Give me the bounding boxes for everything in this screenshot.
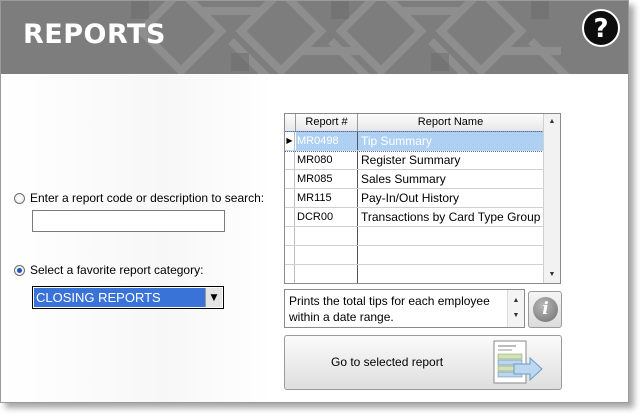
table-row[interactable]: MR085 Sales Summary [285,170,543,189]
report-document-arrow-icon [493,340,543,384]
empty-cell [296,227,358,245]
report-table[interactable]: Report # Report Name ▶ MR0498 Tip Summar… [284,113,561,284]
row-indicator-cell [285,208,295,226]
help-icon[interactable]: ? [582,9,620,47]
category-option[interactable]: Select a favorite report category: [14,263,203,277]
info-icon: i [533,297,558,322]
scroll-up-icon[interactable]: ▲ [544,114,560,130]
report-code: MR115 [296,189,358,207]
left-panel [1,75,273,402]
header-indicator-cell [285,114,296,131]
category-dropdown[interactable]: CLOSING REPORTS ▼ [32,286,224,309]
report-name: Pay-In/Out History [361,191,460,205]
report-code: MR0498 [296,132,358,150]
info-button[interactable]: i [528,291,562,328]
empty-row [285,246,543,265]
page-title: REPORTS [23,19,166,50]
table-header: Report # Report Name [285,114,543,132]
table-row[interactable]: DCR00 Transactions by Card Type Group [285,208,543,227]
header-bar: REPORTS ? [1,1,628,74]
report-description: Prints the total tips for each employee … [284,289,525,328]
search-radio[interactable] [14,192,25,204]
column-header-report-name[interactable]: Report Name [358,114,543,131]
report-code: MR085 [296,170,358,188]
empty-cell [296,265,358,283]
row-indicator-cell [285,170,295,188]
scroll-down-icon[interactable]: ▼ [508,308,524,324]
column-header-report-number[interactable]: Report # [296,114,358,131]
search-option[interactable]: Enter a report code or description to se… [14,191,264,205]
empty-cell [296,246,358,264]
category-radio-label: Select a favorite report category: [30,263,204,277]
row-indicator-cell [285,265,295,283]
table-scrollbar[interactable]: ▲ ▼ [543,114,560,283]
category-radio[interactable] [14,264,25,276]
reports-window: REPORTS ? Enter a report code or descrip… [0,0,629,403]
table-row[interactable]: MR080 Register Summary [285,151,543,170]
row-indicator-cell [285,227,295,245]
table-row[interactable]: ▶ MR0498 Tip Summary [285,131,544,152]
row-indicator-cell [285,246,295,264]
row-indicator-cell [285,151,295,169]
empty-row [285,227,543,246]
report-name: Sales Summary [361,172,446,186]
scroll-down-icon[interactable]: ▼ [544,267,560,283]
search-radio-label: Enter a report code or description to se… [30,191,265,205]
go-to-report-button[interactable]: Go to selected report [284,335,562,390]
go-to-report-label: Go to selected report [331,355,444,369]
report-code: MR080 [296,151,358,169]
report-code: DCR00 [296,208,358,226]
chevron-down-icon[interactable]: ▼ [205,288,222,307]
scroll-up-icon[interactable]: ▲ [508,293,524,309]
report-name: Register Summary [361,153,461,167]
description-scrollbar[interactable]: ▲ ▼ [507,290,524,327]
category-dropdown-value: CLOSING REPORTS [34,288,205,307]
search-input[interactable] [32,210,225,232]
empty-row [285,265,543,283]
row-indicator-cell [285,189,295,207]
row-indicator-icon: ▶ [285,132,295,150]
table-row[interactable]: MR115 Pay-In/Out History [285,189,543,208]
report-name: Tip Summary [358,132,543,150]
report-description-text: Prints the total tips for each employee … [289,294,490,324]
report-name: Transactions by Card Type Group [361,210,541,224]
